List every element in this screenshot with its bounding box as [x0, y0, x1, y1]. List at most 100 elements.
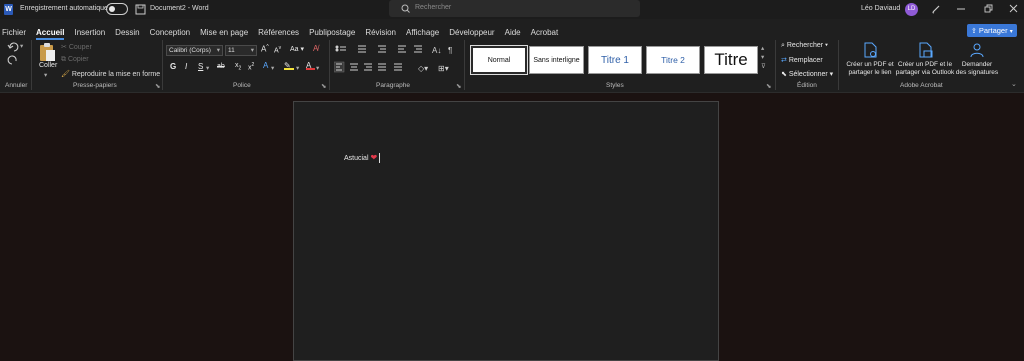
grow-font-button[interactable]: A^	[261, 44, 269, 54]
tab-insertion[interactable]: Insertion	[74, 28, 105, 37]
style-titre[interactable]: Titre	[704, 46, 758, 74]
tab-revision[interactable]: Révision	[365, 28, 396, 37]
format-painter-button[interactable]: 🖌 Reproduire la mise en forme	[61, 70, 160, 78]
search-icon	[401, 4, 410, 13]
signature-icon[interactable]	[969, 42, 985, 58]
text-cursor	[379, 153, 381, 164]
font-color-dropdown[interactable]: ▾	[316, 64, 319, 72]
font-group-label: Police	[233, 82, 251, 89]
tab-references[interactable]: Références	[258, 28, 299, 37]
autosave-toggle[interactable]	[106, 3, 128, 15]
pdf-outlook-icon[interactable]	[917, 42, 933, 58]
avatar[interactable]: LD	[905, 3, 918, 16]
divider	[329, 40, 330, 90]
share-button[interactable]: ⇪ Partager ▾	[967, 24, 1017, 37]
clear-formatting-icon[interactable]: A̸	[313, 44, 318, 53]
paragraph-launcher-icon[interactable]: ⬊	[456, 82, 461, 90]
cut-button[interactable]: ✂ Couper	[61, 43, 92, 51]
user-name: Léo Daviaud	[861, 5, 901, 12]
font-launcher-icon[interactable]: ⬊	[321, 82, 326, 90]
tab-affichage[interactable]: Affichage	[406, 28, 439, 37]
tab-aide[interactable]: Aide	[505, 28, 521, 37]
bold-button[interactable]: G	[170, 62, 176, 71]
document-text[interactable]: Astucial ❤	[344, 153, 381, 164]
divider	[838, 40, 839, 90]
divider	[162, 40, 163, 90]
tab-fichier[interactable]: Fichier	[2, 28, 26, 37]
tab-conception[interactable]: Conception	[150, 28, 190, 37]
paste-dropdown[interactable]: ▾	[44, 71, 47, 79]
title-bar: W Enregistrement automatique Document2 -…	[0, 0, 1024, 19]
superscript-button[interactable]: x2	[248, 62, 254, 71]
save-icon[interactable]	[135, 4, 146, 15]
search-placeholder: Rechercher	[415, 4, 452, 11]
editing-group-label: Édition	[797, 82, 817, 89]
style-sans-interligne[interactable]: Sans interligne	[529, 46, 584, 74]
tab-accueil[interactable]: Accueil	[36, 28, 65, 40]
paragraph-group-label: Paragraphe	[376, 82, 410, 89]
close-icon[interactable]	[1009, 4, 1018, 13]
replace-icon: ⇄	[781, 57, 789, 64]
ribbon-tabs: Fichier Accueil Insertion Dessin Conception M…	[2, 22, 568, 40]
tab-acrobat[interactable]: Acrobat	[531, 28, 559, 37]
text-effects-icon[interactable]: A	[263, 61, 268, 70]
text-effects-dropdown[interactable]: ▾	[271, 64, 274, 72]
undo-group-label: Annuler	[5, 82, 28, 89]
clipboard-group-label: Presse-papiers	[73, 82, 117, 89]
style-titre-1[interactable]: Titre 1	[588, 46, 642, 74]
scissors-icon: ✂	[61, 44, 69, 51]
minimize-icon[interactable]	[957, 8, 965, 10]
styles-scroll[interactable]: ▴ ▾ ⊽	[761, 44, 766, 71]
copy-icon: ⧉	[61, 56, 68, 63]
style-normal[interactable]: Normal	[470, 45, 528, 75]
cursor-icon: ⬉	[781, 71, 789, 78]
styles-group-label: Styles	[606, 82, 624, 89]
shrink-font-button[interactable]: Av	[274, 45, 281, 54]
underline-dropdown[interactable]: ▾	[206, 64, 209, 72]
toggle-knob	[109, 6, 115, 12]
copy-button[interactable]: ⧉ Copier	[61, 56, 89, 64]
tab-dessin[interactable]: Dessin	[115, 28, 139, 37]
change-case-button[interactable]: Aa ▾	[290, 45, 304, 53]
create-pdf-outlook-button[interactable]: Créer un PDF et le partager via Outlook	[894, 61, 956, 77]
word-app-icon: W	[4, 4, 13, 15]
document-page[interactable]: Astucial ❤	[293, 101, 719, 361]
font-color-icon[interactable]: A	[306, 61, 315, 70]
acrobat-group-label: Adobe Acrobat	[900, 82, 943, 89]
style-titre-2[interactable]: Titre 2	[646, 46, 700, 74]
collapse-ribbon-icon[interactable]: ⌄	[1011, 80, 1017, 88]
pen-icon[interactable]	[931, 4, 941, 14]
paste-icon[interactable]	[38, 42, 56, 62]
highlight-icon[interactable]: ✎	[284, 61, 294, 70]
svg-text:⊞▾: ⊞▾	[438, 64, 449, 73]
paste-label[interactable]: Coller	[39, 62, 57, 69]
svg-text:A↓: A↓	[432, 46, 441, 55]
tab-developpeur[interactable]: Développeur	[449, 28, 494, 37]
font-name-select[interactable]: Calibri (Corps) ▾	[166, 45, 223, 56]
tab-mise-en-page[interactable]: Mise en page	[200, 28, 248, 37]
tab-publipostage[interactable]: Publipostage	[309, 28, 355, 37]
clipboard-launcher-icon[interactable]: ⬊	[155, 82, 160, 90]
find-button[interactable]: ⌕ Rechercher ▾	[781, 42, 828, 50]
pdf-link-icon[interactable]	[862, 42, 878, 58]
styles-launcher-icon[interactable]: ⬊	[766, 82, 771, 90]
italic-button[interactable]: I	[185, 62, 187, 71]
restore-icon[interactable]	[984, 4, 993, 13]
request-signatures-button[interactable]: Demander des signatures	[955, 61, 999, 77]
paragraph-controls[interactable]: A↓ ¶ ◇▾ ⊞▾	[334, 44, 459, 74]
search-box[interactable]: Rechercher	[389, 0, 640, 17]
create-pdf-link-button[interactable]: Créer un PDF et partager le lien	[846, 61, 894, 77]
font-size-select[interactable]: 11 ▾	[225, 45, 257, 56]
redo-icon[interactable]	[7, 55, 19, 65]
underline-button[interactable]: S	[198, 62, 203, 71]
strikethrough-button[interactable]: ab	[217, 63, 225, 70]
divider	[31, 40, 32, 90]
svg-text:◇▾: ◇▾	[418, 64, 428, 73]
highlight-dropdown[interactable]: ▾	[296, 64, 299, 72]
subscript-button[interactable]: x2	[235, 62, 241, 71]
select-button[interactable]: ⬉ Sélectionner ▾	[781, 70, 833, 78]
undo-icon[interactable]	[7, 42, 21, 52]
replace-button[interactable]: ⇄ Remplacer	[781, 56, 823, 64]
divider	[464, 40, 465, 90]
undo-dropdown[interactable]: ▾	[20, 42, 23, 50]
